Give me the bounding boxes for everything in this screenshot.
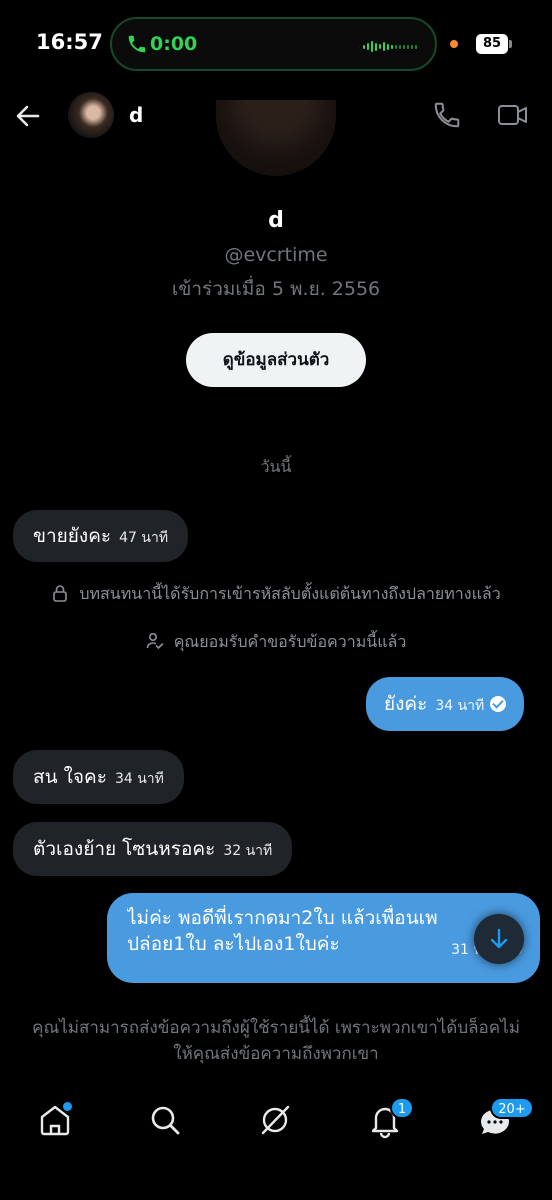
avatar[interactable] — [68, 92, 114, 138]
profile-joined-date: เข้าร่วมเมื่อ 5 พ.ย. 2556 — [171, 278, 381, 300]
status-bar: 16:57 0:00 85 — [0, 0, 552, 90]
message-time: 34 นาที — [435, 698, 485, 714]
message-text-line-2: ปล่อย1ใบ ละไปเอง1ใบค่ะ — [127, 933, 340, 955]
audio-wave-icon — [363, 41, 417, 52]
call-timer: 0:00 — [150, 33, 198, 55]
profile-name: d — [268, 208, 284, 233]
view-profile-button[interactable]: ดูข้อมูลส่วนตัว — [186, 333, 366, 387]
profile-picture[interactable] — [216, 100, 336, 176]
lock-icon — [53, 585, 68, 602]
video-icon[interactable] — [497, 100, 529, 130]
profile-handle: @evcrtime — [224, 244, 328, 266]
battery-tip — [509, 40, 512, 48]
blocked-notice: คุณไม่สามารถส่งข้อความถึงผู้ใช้รายนี้ได้… — [32, 1018, 520, 1064]
home-unread-dot — [63, 1102, 72, 1111]
read-check-icon — [490, 696, 507, 712]
back-arrow-icon[interactable] — [14, 102, 42, 130]
request-accepted-text: คุณยอมรับคำขอรับข้อความนี้แล้ว — [173, 632, 407, 651]
battery-indicator: 85 — [476, 34, 508, 54]
phone-icon[interactable] — [432, 100, 462, 130]
person-check-icon — [146, 632, 163, 650]
message-incoming[interactable]: สน ใจคะ 34 นาที — [13, 750, 184, 804]
message-time: 34 นาที — [114, 771, 164, 787]
grok-icon[interactable] — [255, 1100, 295, 1140]
request-accepted-notice: คุณยอมรับคำขอรับข้อความนี้แล้ว — [0, 630, 552, 655]
message-outgoing[interactable]: ยังค่ะ 34 นาที — [366, 677, 525, 731]
search-icon[interactable] — [145, 1100, 185, 1140]
message-text-line-1: ไม่ค่ะ พอดีพี่เรากดมา2ใบ แล้วเพื่อนเพ — [127, 907, 438, 929]
privacy-indicator — [450, 40, 458, 48]
message-incoming[interactable]: ขายยังคะ 47 นาที — [13, 510, 189, 562]
encryption-text: บทสนทนานี้ได้รับการเข้ารหัสลับตั้งแต่ต้น… — [79, 584, 501, 603]
message-text: สน ใจคะ — [33, 766, 107, 788]
message-text: ขายยังคะ — [33, 525, 112, 547]
bottom-tab-bar: 1 20+ — [0, 1080, 552, 1200]
messages-badge: 20+ — [490, 1097, 534, 1119]
message-time: 32 นาที — [223, 843, 273, 859]
encryption-notice: บทสนทนานี้ได้รับการเข้ารหัสลับตั้งแต่ต้น… — [0, 582, 552, 607]
scroll-to-bottom-button[interactable] — [474, 914, 524, 964]
date-separator: วันนี้ — [260, 457, 292, 476]
phone-icon — [128, 35, 146, 53]
clock: 16:57 — [36, 30, 103, 54]
message-text: ตัวเองย้าย โซนหรอคะ — [33, 838, 216, 860]
message-incoming[interactable]: ตัวเองย้าย โซนหรอคะ 32 นาที — [13, 822, 293, 876]
header-username[interactable]: d — [129, 103, 143, 127]
notifications-badge: 1 — [390, 1097, 414, 1119]
active-call-pill[interactable]: 0:00 — [110, 17, 437, 71]
arrow-down-icon — [490, 928, 508, 949]
message-time: 47 นาที — [119, 530, 169, 546]
message-text: ยังค่ะ — [384, 693, 428, 715]
